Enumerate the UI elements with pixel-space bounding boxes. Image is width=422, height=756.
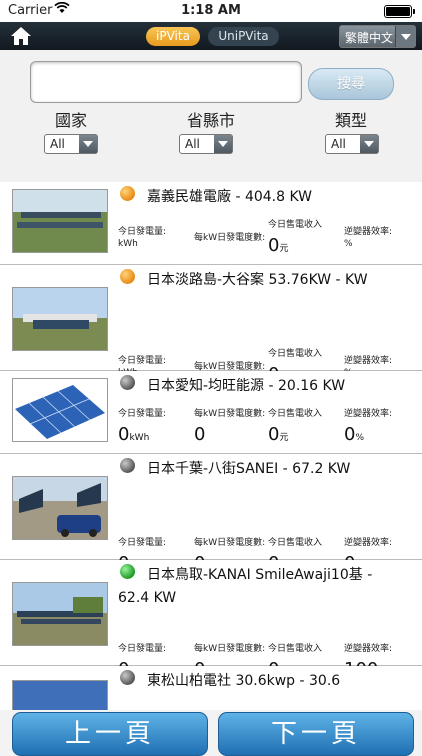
- chevron-down-icon: [79, 135, 97, 153]
- plant-list[interactable]: 嘉義民雄電廠 - 404.8 KW 今日發電量: kWh 每kW日發電度數: 今日…: [0, 182, 422, 710]
- label-inverter: 逆變器效率:: [344, 409, 393, 419]
- list-item[interactable]: 東松山柏電社 30.6kwp - 30.6: [0, 666, 422, 710]
- list-item[interactable]: 日本淡路島-大谷案 53.76KW - KW 今日發電量:kWh 每kW日發電度…: [0, 265, 422, 385]
- filter-label-country: 國家: [55, 111, 88, 130]
- list-item[interactable]: 日本千葉-八街SANEI - 67.2 KW 今日發電量: 0kWh 每kW日發…: [0, 454, 422, 574]
- next-page-button[interactable]: 下一頁: [218, 712, 414, 756]
- top-nav-bar: iPVita UniPVita 繁體中文: [0, 22, 422, 50]
- plant-photo: [12, 189, 108, 253]
- pager: 上一頁 下一頁: [0, 708, 422, 756]
- country-dropdown[interactable]: All: [44, 134, 98, 154]
- income-value: 0元: [268, 235, 289, 256]
- clock: 1:18 AM: [181, 3, 241, 18]
- search-panel: 搜尋 國家 省縣市 類型 All All All: [0, 50, 422, 182]
- plant-photo: [12, 378, 108, 442]
- inverter-value: 0%: [344, 424, 365, 445]
- search-button[interactable]: 搜尋: [308, 68, 394, 100]
- search-input[interactable]: [30, 61, 302, 103]
- app-segment-control: iPVita UniPVita: [146, 27, 279, 46]
- list-item[interactable]: 嘉義民雄電廠 - 404.8 KW 今日發電量: kWh 每kW日發電度數: 今日…: [0, 182, 422, 265]
- segment-unipvita[interactable]: UniPVita: [208, 27, 279, 46]
- label-today-income: 今日售電收入: [268, 349, 323, 359]
- dropdown-value: All: [331, 137, 346, 151]
- home-icon[interactable]: [10, 26, 32, 46]
- prev-page-button[interactable]: 上一頁: [12, 712, 208, 756]
- filter-label-type: 類型: [335, 111, 368, 130]
- language-value: 繁體中文: [345, 31, 394, 45]
- label-inverter: 逆變器效率:: [344, 644, 393, 654]
- label-inverter: 逆變器效率:: [344, 538, 393, 548]
- label-today-income: 今日售電收入: [268, 220, 323, 230]
- label-today-income: 今日售電收入: [268, 538, 323, 548]
- per-kw-value: 0: [194, 424, 206, 445]
- label-today-gen: 今日發電量:: [118, 538, 167, 548]
- plant-title: 東松山柏電社 30.6kwp - 30.6: [147, 673, 341, 689]
- chevron-down-icon: [214, 135, 232, 153]
- label-per-kw: 每kW日發電度數:: [194, 644, 266, 654]
- battery-icon: [384, 5, 415, 18]
- label-today-income: 今日售電收入: [268, 644, 323, 654]
- plant-photo: [12, 680, 108, 710]
- label-inverter: 逆變器效率:%: [344, 227, 393, 249]
- label-today-gen: 今日發電量:: [118, 644, 167, 654]
- income-value: 0元: [268, 424, 289, 445]
- language-select[interactable]: 繁體中文: [339, 25, 416, 48]
- city-dropdown[interactable]: All: [179, 134, 233, 154]
- filter-label-city: 省縣市: [187, 111, 236, 130]
- label-per-kw: 每kW日發電度數:: [194, 409, 266, 419]
- type-dropdown[interactable]: All: [325, 134, 379, 154]
- dropdown-value: All: [50, 137, 65, 151]
- list-item[interactable]: 日本鳥取-KANAI SmileAwaji10基 - 62.4 KW 今日發電量…: [0, 560, 422, 680]
- label-today-gen: 今日發電量:: [118, 409, 167, 419]
- segment-ipvita[interactable]: iPVita: [146, 27, 200, 46]
- status-bar: Carrier 1:18 AM: [0, 0, 422, 22]
- plant-title: 日本愛知-均旺能源 - 20.16 KW: [147, 378, 346, 394]
- dropdown-value: All: [185, 137, 200, 151]
- label-per-kw: 每kW日發電度數:: [194, 233, 266, 243]
- list-item[interactable]: 日本愛知-均旺能源 - 20.16 KW 今日發電量: 0kWh 每kW日發電度…: [0, 371, 422, 454]
- chevron-down-icon: [360, 135, 378, 153]
- gen-value: 0kWh: [118, 424, 150, 445]
- label-today-gen: 今日發電量:kWh: [118, 227, 167, 249]
- label-per-kw: 每kW日發電度數:: [194, 538, 266, 548]
- chevron-down-icon: [395, 26, 415, 47]
- plant-title: 嘉義民雄電廠 - 404.8 KW: [147, 189, 313, 205]
- label-today-income: 今日售電收入: [268, 409, 323, 419]
